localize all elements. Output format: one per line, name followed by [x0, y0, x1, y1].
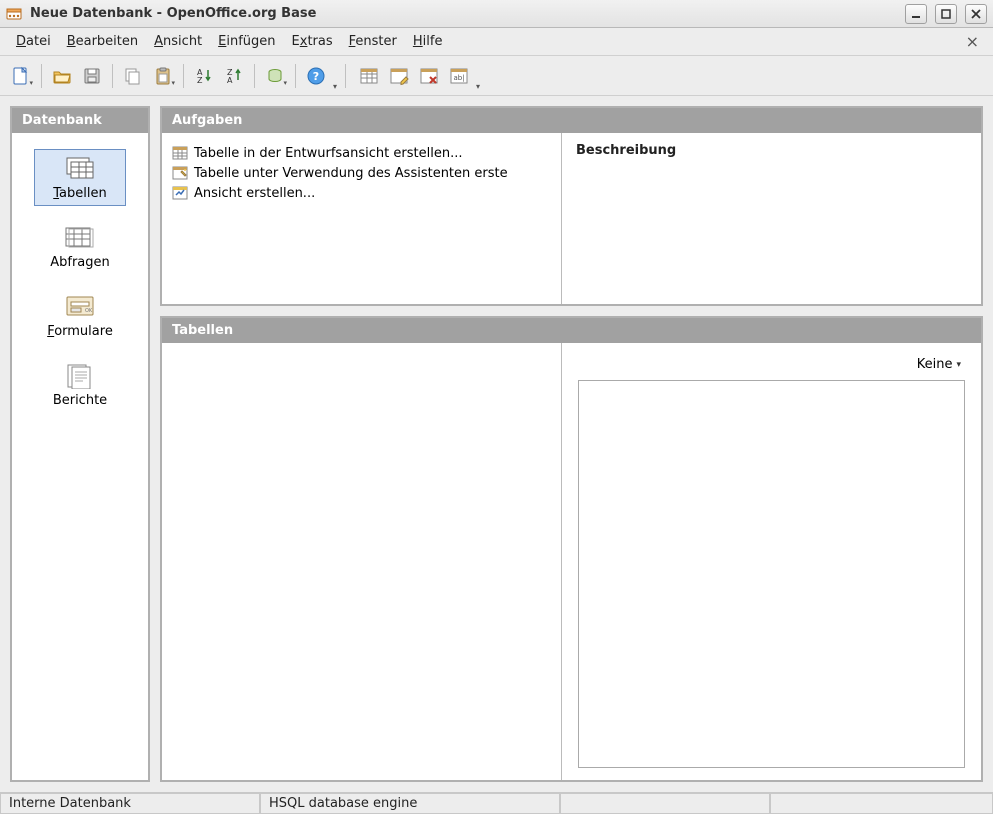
- view-icon: [172, 185, 188, 201]
- sidebar-item-tables[interactable]: Tabellen: [34, 149, 126, 206]
- tasks-panel: Aufgaben Tabelle in der Entwurfsansicht …: [160, 106, 983, 306]
- sidebar-item-reports[interactable]: Berichte: [34, 356, 126, 413]
- tasks-description: Beschreibung: [562, 133, 981, 304]
- tasks-header: Aufgaben: [162, 108, 981, 133]
- help-button[interactable]: ?: [302, 62, 330, 90]
- app-icon: [6, 6, 22, 22]
- sidebar-item-forms[interactable]: OK Formulare: [34, 287, 126, 344]
- separator: [183, 64, 184, 88]
- close-document-button[interactable]: ×: [960, 32, 985, 51]
- window-title: Neue Datenbank - OpenOffice.org Base: [28, 6, 897, 21]
- tables-panel: Tabellen Keine ▾: [160, 316, 983, 782]
- menu-extras[interactable]: Extras: [284, 30, 341, 53]
- right-column: Aufgaben Tabelle in der Entwurfsansicht …: [160, 106, 983, 782]
- copy-button[interactable]: [119, 62, 147, 90]
- preview-box: [578, 380, 965, 768]
- sidebar-item-label: Abfragen: [50, 255, 110, 270]
- form-button[interactable]: ▾: [261, 62, 289, 90]
- toolbar-overflow-2[interactable]: ▾: [476, 82, 480, 91]
- preview-mode-label: Keine: [917, 357, 953, 372]
- task-create-table-wizard[interactable]: Tabelle unter Verwendung des Assistenten…: [170, 163, 553, 183]
- menu-insert[interactable]: Einfügen: [210, 30, 283, 53]
- rename-table-button[interactable]: ab|: [445, 62, 473, 90]
- delete-table-button[interactable]: [415, 62, 443, 90]
- task-label: Tabelle unter Verwendung des Assistenten…: [194, 166, 508, 181]
- close-button[interactable]: [965, 4, 987, 24]
- sort-desc-button[interactable]: ZA: [220, 62, 248, 90]
- sidebar-panel: Datenbank Tabellen Abfragen OK Formulare: [10, 106, 150, 782]
- table-design-icon: [172, 145, 188, 161]
- toolbar: ▾ ▾ AZ ZA ▾ ? ▾ ab| ▾: [0, 56, 993, 96]
- edit-table-button[interactable]: [385, 62, 413, 90]
- separator: [41, 64, 42, 88]
- main-area: Datenbank Tabellen Abfragen OK Formulare: [0, 96, 993, 792]
- sidebar-item-queries[interactable]: Abfragen: [34, 218, 126, 275]
- svg-text:Z: Z: [197, 76, 203, 85]
- new-document-button[interactable]: ▾: [7, 62, 35, 90]
- task-create-table-design[interactable]: Tabelle in der Entwurfsansicht erstellen…: [170, 143, 553, 163]
- paste-button[interactable]: ▾: [149, 62, 177, 90]
- sidebar-header: Datenbank: [12, 108, 148, 133]
- status-engine: HSQL database engine: [260, 793, 560, 814]
- svg-text:OK: OK: [85, 308, 93, 314]
- titlebar: Neue Datenbank - OpenOffice.org Base: [0, 0, 993, 28]
- menu-edit[interactable]: Bearbeiten: [59, 30, 146, 53]
- description-label: Beschreibung: [576, 143, 967, 158]
- status-cell-3: [560, 793, 770, 814]
- svg-text:?: ?: [313, 70, 319, 83]
- tables-header: Tabellen: [162, 318, 981, 343]
- sidebar-item-label: Formulare: [47, 324, 113, 339]
- preview-mode-selector[interactable]: Keine ▾: [913, 355, 965, 374]
- menu-file[interactable]: Datei: [8, 30, 59, 53]
- menu-window[interactable]: Fenster: [341, 30, 405, 53]
- maximize-button[interactable]: [935, 4, 957, 24]
- svg-text:ab|: ab|: [453, 74, 464, 82]
- task-label: Tabelle in der Entwurfsansicht erstellen…: [194, 146, 462, 161]
- task-label: Ansicht erstellen...: [194, 186, 315, 201]
- forms-icon: OK: [63, 294, 97, 320]
- separator: [345, 64, 346, 88]
- sidebar-item-label: Berichte: [53, 393, 107, 408]
- save-button[interactable]: [78, 62, 106, 90]
- toolbar-overflow-1[interactable]: ▾: [333, 82, 337, 91]
- tasks-list: Tabelle in der Entwurfsansicht erstellen…: [162, 133, 562, 304]
- tables-preview-area: Keine ▾: [562, 343, 981, 780]
- separator: [112, 64, 113, 88]
- status-db-type: Interne Datenbank: [0, 793, 260, 814]
- menu-help[interactable]: Hilfe: [405, 30, 451, 53]
- menu-view[interactable]: Ansicht: [146, 30, 210, 53]
- sort-asc-button[interactable]: AZ: [190, 62, 218, 90]
- minimize-button[interactable]: [905, 4, 927, 24]
- reports-icon: [63, 363, 97, 389]
- statusbar: Interne Datenbank HSQL database engine: [0, 792, 993, 814]
- table-wizard-icon: [172, 165, 188, 181]
- status-cell-4: [770, 793, 993, 814]
- task-create-view[interactable]: Ansicht erstellen...: [170, 183, 553, 203]
- separator: [295, 64, 296, 88]
- menubar: Datei Bearbeiten Ansicht Einfügen Extras…: [0, 28, 993, 56]
- new-table-button[interactable]: [355, 62, 383, 90]
- tables-list[interactable]: [162, 343, 562, 780]
- svg-text:A: A: [227, 76, 233, 85]
- separator: [254, 64, 255, 88]
- tables-icon: [63, 156, 97, 182]
- sidebar-body: Tabellen Abfragen OK Formulare Berichte: [12, 133, 148, 780]
- open-button[interactable]: [48, 62, 76, 90]
- sidebar-item-label: Tabellen: [53, 186, 106, 201]
- queries-icon: [63, 225, 97, 251]
- dropdown-icon: ▾: [956, 360, 961, 370]
